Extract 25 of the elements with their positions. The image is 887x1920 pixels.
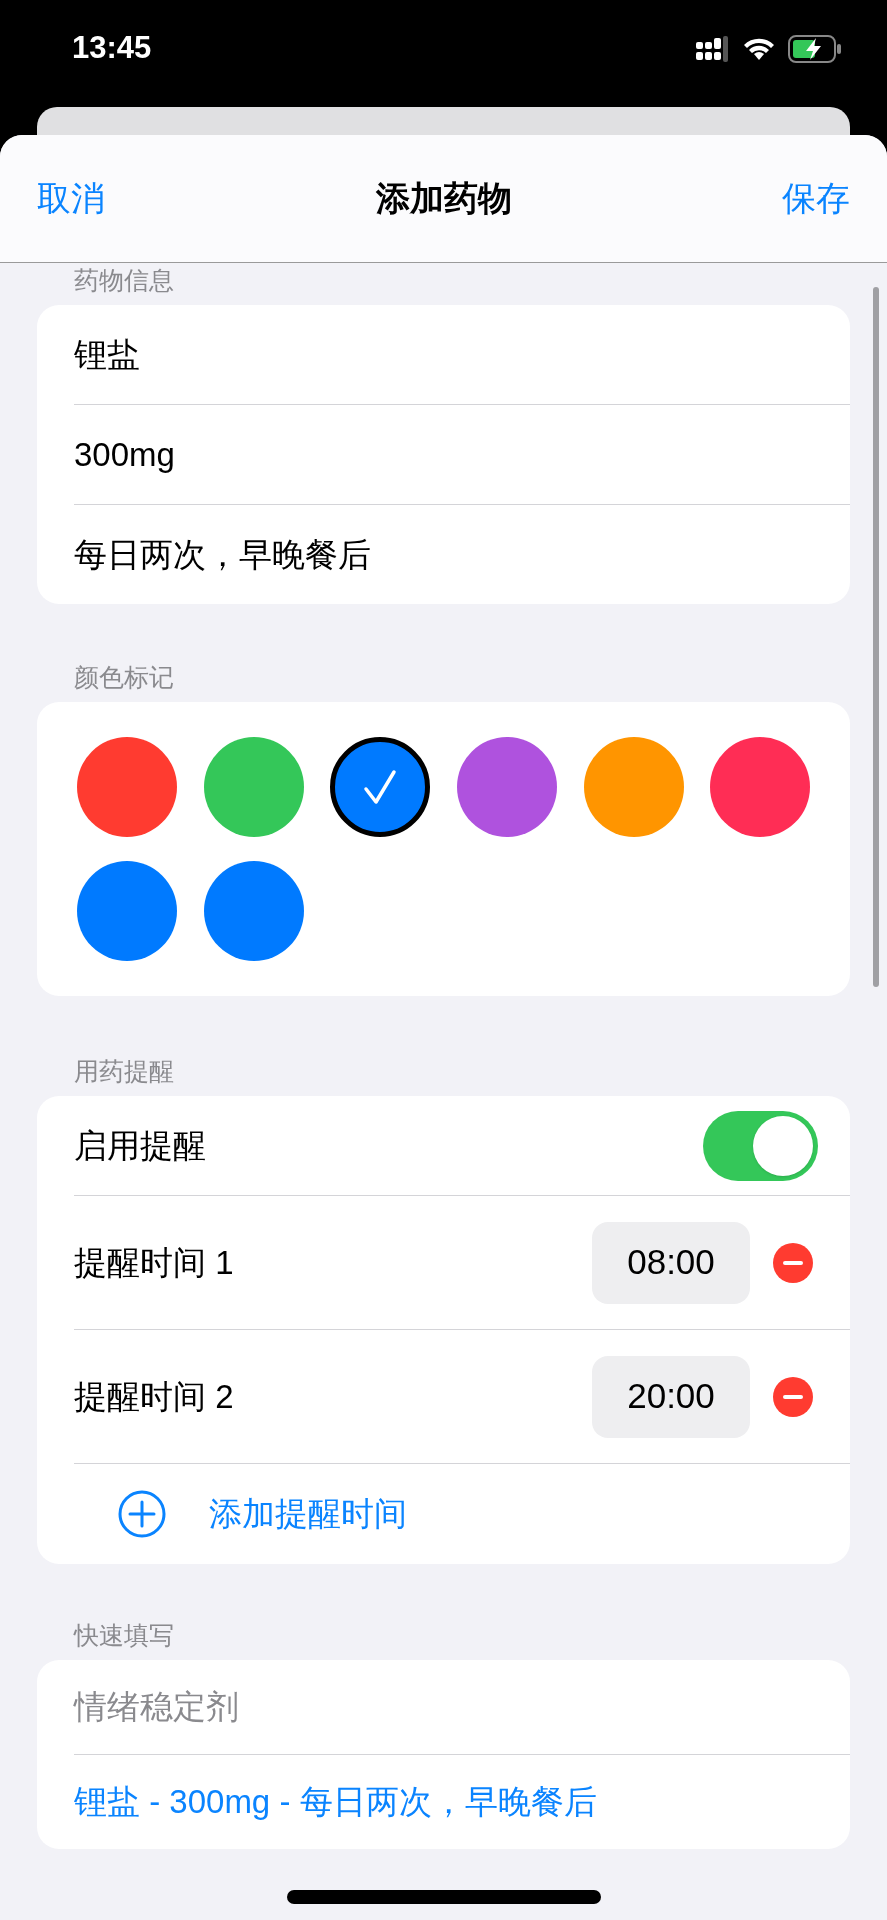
reminder-label: 提醒时间 1 <box>74 1242 235 1283</box>
cancel-button[interactable]: 取消 <box>37 173 105 224</box>
time-picker[interactable]: 08:00 <box>592 1221 750 1304</box>
add-icon <box>117 1489 167 1539</box>
section-header: 用药提醒 <box>73 1056 175 1087</box>
remove-icon[interactable] <box>773 1242 813 1283</box>
toggle-label: 启用提醒 <box>74 1125 206 1166</box>
section-header: 颜色标记 <box>73 662 175 693</box>
preset-link[interactable]: 锂盐 - 300mg - 每日两次，早晚餐后 <box>74 1777 597 1827</box>
save-button[interactable]: 保存 <box>782 173 850 224</box>
category-label: 情绪稳定剂 <box>74 1687 239 1728</box>
time-picker[interactable]: 20:00 <box>592 1355 750 1438</box>
checkmark-icon <box>363 769 398 805</box>
section-header: 快速填写 <box>72 1620 175 1651</box>
remove-icon[interactable] <box>773 1376 813 1417</box>
text-field[interactable]: 300mg <box>74 429 175 480</box>
sheet-title: 添加药物 <box>375 178 512 219</box>
status-time: 13:45 <box>72 29 152 68</box>
section-header: 药物信息 <box>73 265 175 296</box>
reminder-label: 提醒时间 2 <box>74 1376 235 1417</box>
signal-icon <box>696 35 730 62</box>
add-reminder-button[interactable]: 添加提醒时间 <box>117 1489 407 1539</box>
text-field[interactable]: 锂盐 <box>74 329 140 380</box>
battery-icon <box>788 34 842 63</box>
text-field[interactable]: 每日两次，早晚餐后 <box>74 529 371 580</box>
